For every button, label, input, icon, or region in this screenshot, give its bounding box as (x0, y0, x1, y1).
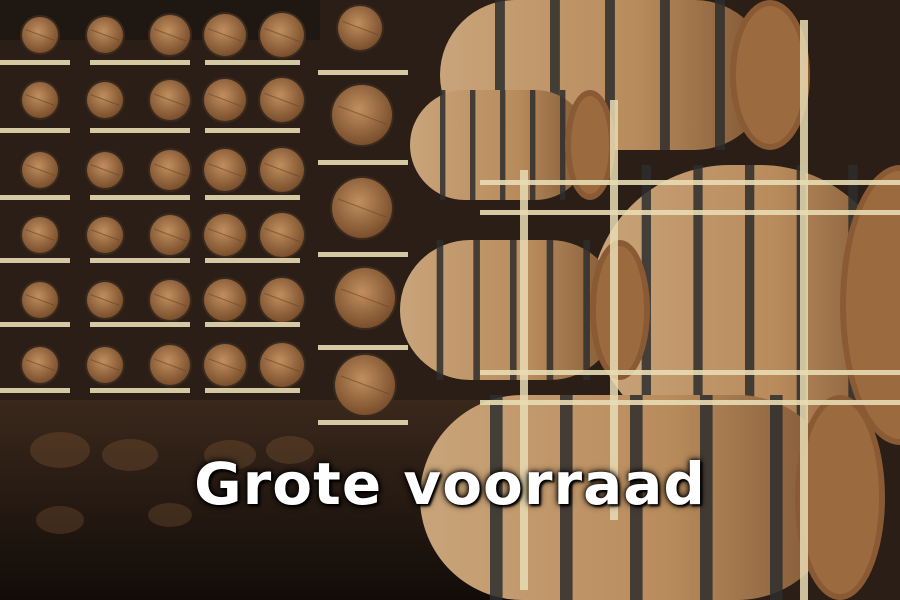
barrel-end (148, 148, 192, 192)
rack-post (520, 170, 528, 590)
barrel-end (258, 276, 306, 324)
barrel-end (85, 15, 125, 55)
barrel-end (202, 77, 248, 123)
barrel-end (258, 211, 306, 259)
barrel-end (20, 15, 60, 55)
barrel-end (85, 280, 125, 320)
rack-bar (205, 258, 300, 263)
barrel-end (202, 342, 248, 388)
barrel-end (258, 76, 306, 124)
rack-bar (205, 195, 300, 200)
barrel-end (258, 11, 306, 59)
rack-bar (205, 388, 300, 393)
barrel-end (330, 176, 394, 240)
barrel-end (333, 353, 397, 417)
barrel-end (148, 78, 192, 122)
barrel-end (85, 150, 125, 190)
rack-bar (480, 370, 900, 375)
barrel-end (20, 80, 60, 120)
rack-bar (318, 345, 408, 350)
barrel-end (20, 345, 60, 385)
rack-bar (480, 180, 900, 185)
rack-bar (480, 400, 900, 405)
barrel-end (148, 278, 192, 322)
barrel-warehouse-scene: Grote voorraad (0, 0, 900, 600)
rack-bar (90, 388, 190, 393)
rack-bar (205, 322, 300, 327)
barrel-end (85, 80, 125, 120)
barrel-end (148, 213, 192, 257)
barrel-end (20, 280, 60, 320)
rack-bar (90, 128, 190, 133)
rack-bar (318, 420, 408, 425)
rack-bar (90, 258, 190, 263)
rack-bar (0, 258, 70, 263)
barrel-end (258, 146, 306, 194)
rack-bar (318, 160, 408, 165)
rack-bar (205, 60, 300, 65)
rack-bar (318, 252, 408, 257)
rack-bar (90, 60, 190, 65)
rack-bar (480, 210, 900, 215)
barrel-end (330, 83, 394, 147)
barrel-end (202, 212, 248, 258)
rack-bar (90, 195, 190, 200)
caption-text: Grote voorraad (194, 450, 706, 518)
rack-bar (90, 322, 190, 327)
barrel-end (85, 215, 125, 255)
rack-bar (318, 70, 408, 75)
rack-bar (0, 322, 70, 327)
barrel-end (85, 345, 125, 385)
barrel-end (148, 13, 192, 57)
barrel-end (202, 12, 248, 58)
barrel-end (258, 341, 306, 389)
rack-bar (205, 128, 300, 133)
barrel-end (333, 266, 397, 330)
barrel-end (202, 147, 248, 193)
barrel-end (20, 150, 60, 190)
barrel-end (20, 215, 60, 255)
rack-bar (0, 195, 70, 200)
barrel-end (202, 277, 248, 323)
rack-bar (0, 60, 70, 65)
barrel-end (336, 4, 384, 52)
barrel-end (148, 343, 192, 387)
rack-bar (0, 128, 70, 133)
rack-bar (0, 388, 70, 393)
